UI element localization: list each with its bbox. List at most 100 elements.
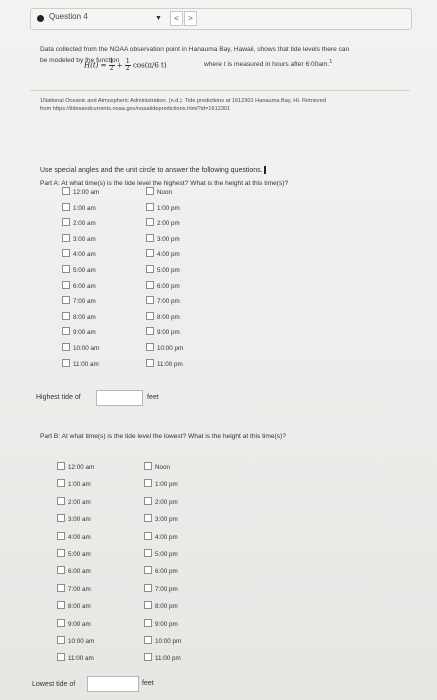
chevron-down-icon[interactable]: ▼	[155, 15, 162, 22]
part-a-am-option[interactable]: 7:00 am	[62, 296, 96, 306]
checkbox[interactable]	[144, 514, 152, 523]
checkbox[interactable]	[57, 653, 65, 662]
part-a-am-option[interactable]: 11:00 am	[62, 358, 99, 369]
footnote-line-2[interactable]: from https://tidesandcurrents.noaa.gov/n…	[40, 105, 400, 113]
checkbox[interactable]	[62, 280, 70, 289]
checkbox[interactable]	[57, 618, 65, 627]
part-b-am-option[interactable]: 5:00 am	[57, 549, 91, 559]
checkbox[interactable]	[144, 601, 152, 610]
checkbox[interactable]	[146, 202, 154, 211]
part-b-pm-option[interactable]: 5:00 pm	[144, 549, 178, 559]
next-question-button[interactable]: >	[184, 11, 197, 26]
checkbox[interactable]	[57, 601, 65, 610]
part-b-pm-option[interactable]: 9:00 pm	[144, 618, 178, 629]
part-b-am-option[interactable]: 12:00 am	[57, 462, 94, 472]
part-b-pm-option[interactable]: 3:00 pm	[144, 514, 178, 524]
part-a-am-option[interactable]: 5:00 am	[62, 265, 96, 275]
part-b-am-option[interactable]: 3:00 am	[57, 514, 91, 524]
checkbox[interactable]	[62, 311, 70, 320]
part-a-pm-option[interactable]: Noon	[146, 187, 172, 197]
part-b-am-option[interactable]: 4:00 am	[57, 531, 91, 542]
checkbox[interactable]	[144, 462, 152, 470]
checkbox[interactable]	[146, 249, 154, 258]
checkbox[interactable]	[62, 233, 70, 242]
part-a-pm-option[interactable]: 6:00 pm	[146, 280, 180, 291]
part-a-am-option[interactable]: 6:00 am	[62, 280, 96, 291]
checkbox[interactable]	[144, 653, 152, 662]
part-a-pm-option[interactable]: 3:00 pm	[146, 233, 180, 244]
part-a-am-option[interactable]: 9:00 am	[62, 327, 96, 337]
part-b-am-option[interactable]: 6:00 am	[57, 566, 91, 576]
part-b-am-option[interactable]: 2:00 am	[57, 496, 91, 507]
part-a-am-option[interactable]: 2:00 am	[62, 218, 96, 228]
part-b-am-option[interactable]: 1:00 am	[57, 479, 91, 489]
part-a-am-option[interactable]: 3:00 am	[62, 233, 96, 244]
part-b-pm-option[interactable]: Noon	[144, 462, 170, 472]
checkbox[interactable]	[144, 479, 152, 488]
checkbox[interactable]	[144, 583, 152, 592]
part-b-pm-option[interactable]: 10:00 pm	[144, 636, 181, 646]
highest-tide-input[interactable]	[96, 390, 143, 406]
checkbox[interactable]	[62, 265, 70, 273]
checkbox[interactable]	[144, 636, 152, 644]
checkbox[interactable]	[57, 583, 65, 592]
checkbox[interactable]	[57, 566, 65, 575]
part-b-pm-option[interactable]: 2:00 pm	[144, 496, 178, 507]
part-a-pm-option[interactable]: 11:00 pm	[146, 358, 183, 369]
part-b-am-option[interactable]: 7:00 am	[57, 583, 91, 594]
checkbox[interactable]	[57, 462, 65, 470]
checkbox[interactable]	[62, 343, 70, 351]
checkbox[interactable]	[146, 327, 154, 336]
checkbox[interactable]	[62, 327, 70, 336]
part-b-pm-option[interactable]: 6:00 pm	[144, 566, 178, 576]
checkbox[interactable]	[146, 187, 154, 195]
part-b-pm-option[interactable]: 7:00 pm	[144, 583, 178, 594]
part-a-pm-option[interactable]: 9:00 pm	[146, 327, 180, 337]
checkbox[interactable]	[144, 566, 152, 575]
part-a-am-option[interactable]: 10:00 am	[62, 343, 99, 353]
checkbox[interactable]	[146, 280, 154, 289]
part-a-am-option[interactable]: 8:00 am	[62, 311, 96, 322]
checkbox[interactable]	[62, 218, 70, 227]
checkbox[interactable]	[144, 549, 152, 557]
checkbox[interactable]	[57, 549, 65, 557]
part-b-am-option[interactable]: 9:00 am	[57, 618, 91, 629]
part-b-am-option[interactable]: 8:00 am	[57, 601, 91, 611]
part-b-pm-option[interactable]: 8:00 pm	[144, 601, 178, 611]
part-b-am-option[interactable]: 11:00 am	[57, 653, 94, 663]
part-a-pm-option[interactable]: 8:00 pm	[146, 311, 180, 322]
checkbox[interactable]	[62, 202, 70, 211]
checkbox[interactable]	[57, 514, 65, 523]
checkbox[interactable]	[146, 296, 154, 305]
checkbox[interactable]	[57, 531, 65, 540]
checkbox[interactable]	[146, 218, 154, 227]
part-b-am-option[interactable]: 10:00 am	[57, 636, 94, 646]
part-b-pm-option[interactable]: 4:00 pm	[144, 531, 178, 542]
part-b-pm-option[interactable]: 1:00 pm	[144, 479, 178, 489]
checkbox[interactable]	[144, 531, 152, 540]
part-a-pm-option[interactable]: 1:00 pm	[146, 202, 180, 213]
checkbox[interactable]	[146, 358, 154, 367]
checkbox[interactable]	[62, 358, 70, 367]
checkbox[interactable]	[144, 496, 152, 505]
checkbox[interactable]	[146, 233, 154, 242]
checkbox[interactable]	[146, 343, 154, 351]
part-a-pm-option[interactable]: 4:00 pm	[146, 249, 180, 259]
checkbox[interactable]	[146, 311, 154, 320]
part-a-am-option[interactable]: 4:00 am	[62, 249, 96, 259]
checkbox[interactable]	[146, 265, 154, 273]
checkbox[interactable]	[144, 618, 152, 627]
part-b-pm-option[interactable]: 11:00 pm	[144, 653, 181, 663]
part-a-pm-option[interactable]: 2:00 pm	[146, 218, 180, 228]
part-a-pm-option[interactable]: 7:00 pm	[146, 296, 180, 306]
checkbox[interactable]	[57, 636, 65, 644]
part-a-pm-option[interactable]: 10:00 pm	[146, 343, 183, 353]
prev-question-button[interactable]: <	[170, 11, 183, 26]
part-a-pm-option[interactable]: 5:00 pm	[146, 265, 180, 275]
checkbox[interactable]	[62, 249, 70, 258]
lowest-tide-input[interactable]	[87, 676, 139, 692]
part-a-am-option[interactable]: 12:00 am	[62, 187, 99, 197]
checkbox[interactable]	[62, 187, 70, 195]
checkbox[interactable]	[57, 479, 65, 488]
checkbox[interactable]	[62, 296, 70, 305]
